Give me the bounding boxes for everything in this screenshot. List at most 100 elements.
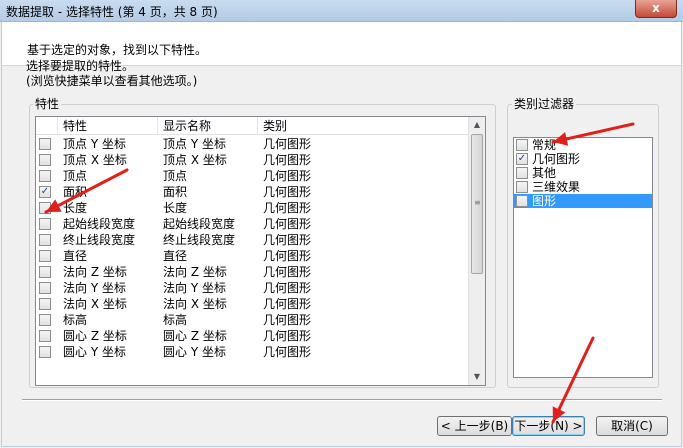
list-item[interactable]: 其他 <box>514 166 652 180</box>
divider <box>22 399 662 401</box>
property-name-cell: 法向 Z 坐标 <box>63 265 127 279</box>
table-row[interactable]: 长度 长度 几何图形 <box>36 200 470 216</box>
checkbox[interactable] <box>39 346 51 358</box>
properties-scrollbar[interactable]: ▲ ≡ ▼ <box>468 117 485 385</box>
row-checkbox-cell[interactable] <box>36 232 58 248</box>
category-cell: 几何图形 <box>263 185 312 199</box>
checkbox[interactable] <box>39 138 51 150</box>
display-name-cell: 标高 <box>163 313 188 327</box>
checkbox[interactable] <box>516 181 528 193</box>
checkbox[interactable]: ✓ <box>516 153 528 165</box>
cancel-button[interactable]: 取消(C) <box>596 416 668 436</box>
table-row[interactable]: 顶点 顶点 几何图形 <box>36 168 470 184</box>
property-name-cell: 顶点 Y 坐标 <box>63 137 126 151</box>
category-cell: 几何图形 <box>263 153 312 167</box>
property-name-cell: 标高 <box>63 313 88 327</box>
property-name-cell: 顶点 X 坐标 <box>63 153 127 167</box>
column-header-property[interactable]: 特性 <box>58 117 158 135</box>
category-filter-list[interactable]: 常规 ✓ 几何图形 其他 三维效果 图形 <box>513 137 653 378</box>
category-label: 图形 <box>532 194 557 208</box>
display-name-cell: 顶点 <box>163 169 188 183</box>
property-name-cell: 长度 <box>63 201 88 215</box>
checkbox[interactable] <box>39 314 51 326</box>
row-checkbox-cell[interactable] <box>36 312 58 328</box>
table-row[interactable]: 法向 Z 坐标 法向 Z 坐标 几何图形 <box>36 264 470 280</box>
properties-group-label: 特性 <box>33 95 62 112</box>
table-row[interactable]: 标高 标高 几何图形 <box>36 312 470 328</box>
display-name-cell: 终止线段宽度 <box>163 233 236 247</box>
checkbox[interactable]: ✓ <box>39 186 51 198</box>
scroll-down-icon[interactable]: ▼ <box>469 369 485 385</box>
table-row[interactable]: 终止线段宽度 终止线段宽度 几何图形 <box>36 232 470 248</box>
category-cell: 几何图形 <box>263 281 312 295</box>
category-cell: 几何图形 <box>263 137 312 151</box>
table-row[interactable]: 法向 Y 坐标 法向 Y 坐标 几何图形 <box>36 280 470 296</box>
table-row[interactable]: 顶点 X 坐标 顶点 X 坐标 几何图形 <box>36 152 470 168</box>
row-checkbox-cell[interactable] <box>36 248 58 264</box>
row-checkbox-cell[interactable] <box>36 168 58 184</box>
checkbox[interactable] <box>39 298 51 310</box>
checkbox[interactable] <box>39 202 51 214</box>
display-name-cell: 面积 <box>163 185 188 199</box>
scroll-thumb[interactable]: ≡ <box>471 134 483 274</box>
category-label: 常规 <box>532 138 557 152</box>
instruction-line-2: (浏览快捷菜单以查看其他选项。) <box>26 74 198 88</box>
next-button[interactable]: 下一步(N) > <box>512 416 585 436</box>
back-button[interactable]: < 上一步(B) <box>437 416 512 436</box>
row-checkbox-cell[interactable]: ✓ <box>36 184 58 200</box>
checkbox[interactable] <box>39 330 51 342</box>
checkbox[interactable] <box>39 218 51 230</box>
table-row[interactable]: 直径 直径 几何图形 <box>36 248 470 264</box>
list-item[interactable]: 常规 <box>514 138 652 152</box>
row-checkbox-cell[interactable] <box>36 200 58 216</box>
row-checkbox-cell[interactable] <box>36 328 58 344</box>
category-label: 三维效果 <box>532 180 581 194</box>
table-row[interactable]: 法向 X 坐标 法向 X 坐标 几何图形 <box>36 296 470 312</box>
window-title: 数据提取 - 选择特性 (第 4 页，共 8 页) <box>6 5 218 19</box>
close-button[interactable]: x <box>635 0 677 18</box>
checkbox[interactable] <box>39 282 51 294</box>
row-checkbox-cell[interactable] <box>36 280 58 296</box>
checkbox[interactable] <box>516 139 528 151</box>
property-name-cell: 法向 X 坐标 <box>63 297 127 311</box>
property-name-cell: 终止线段宽度 <box>63 233 136 247</box>
header-text: 基于选定的对象，找到以下特性。 <box>27 43 208 57</box>
checkbox[interactable] <box>39 170 51 182</box>
list-item[interactable]: 图形 <box>514 194 652 208</box>
category-cell: 几何图形 <box>263 249 312 263</box>
properties-list[interactable]: 特性 显示名称 类别 顶点 Y 坐标 顶点 Y 坐标 几何图形 顶点 X 坐标 顶点 X… <box>35 116 486 386</box>
display-name-cell: 起始线段宽度 <box>163 217 236 231</box>
category-cell: 几何图形 <box>263 329 312 343</box>
row-checkbox-cell[interactable] <box>36 264 58 280</box>
list-item[interactable]: 三维效果 <box>514 180 652 194</box>
list-item[interactable]: ✓ 几何图形 <box>514 152 652 166</box>
column-header-display-name[interactable]: 显示名称 <box>158 117 258 135</box>
column-header-category[interactable]: 类别 <box>258 117 470 135</box>
checkbox[interactable] <box>516 195 528 207</box>
checkbox[interactable] <box>39 154 51 166</box>
checkbox[interactable] <box>516 167 528 179</box>
category-cell: 几何图形 <box>263 265 312 279</box>
category-cell: 几何图形 <box>263 345 312 359</box>
checkbox[interactable] <box>39 234 51 246</box>
scroll-up-icon[interactable]: ▲ <box>469 117 485 133</box>
title-bar: 数据提取 - 选择特性 (第 4 页，共 8 页) x <box>0 0 683 22</box>
display-name-cell: 法向 X 坐标 <box>163 297 227 311</box>
category-cell: 几何图形 <box>263 217 312 231</box>
checkbox[interactable] <box>39 250 51 262</box>
display-name-cell: 圆心 Z 坐标 <box>163 329 227 343</box>
property-name-cell: 面积 <box>63 185 88 199</box>
row-checkbox-cell[interactable] <box>36 152 58 168</box>
display-name-cell: 法向 Y 坐标 <box>163 281 226 295</box>
checkbox[interactable] <box>39 266 51 278</box>
table-row[interactable]: ✓ 面积 面积 几何图形 <box>36 184 470 200</box>
table-row[interactable]: 顶点 Y 坐标 顶点 Y 坐标 几何图形 <box>36 136 470 152</box>
display-name-cell: 长度 <box>163 201 188 215</box>
row-checkbox-cell[interactable] <box>36 216 58 232</box>
row-checkbox-cell[interactable] <box>36 296 58 312</box>
table-row[interactable]: 圆心 Y 坐标 圆心 Y 坐标 几何图形 <box>36 344 470 360</box>
row-checkbox-cell[interactable] <box>36 136 58 152</box>
table-row[interactable]: 圆心 Z 坐标 圆心 Z 坐标 几何图形 <box>36 328 470 344</box>
table-row[interactable]: 起始线段宽度 起始线段宽度 几何图形 <box>36 216 470 232</box>
row-checkbox-cell[interactable] <box>36 344 58 360</box>
